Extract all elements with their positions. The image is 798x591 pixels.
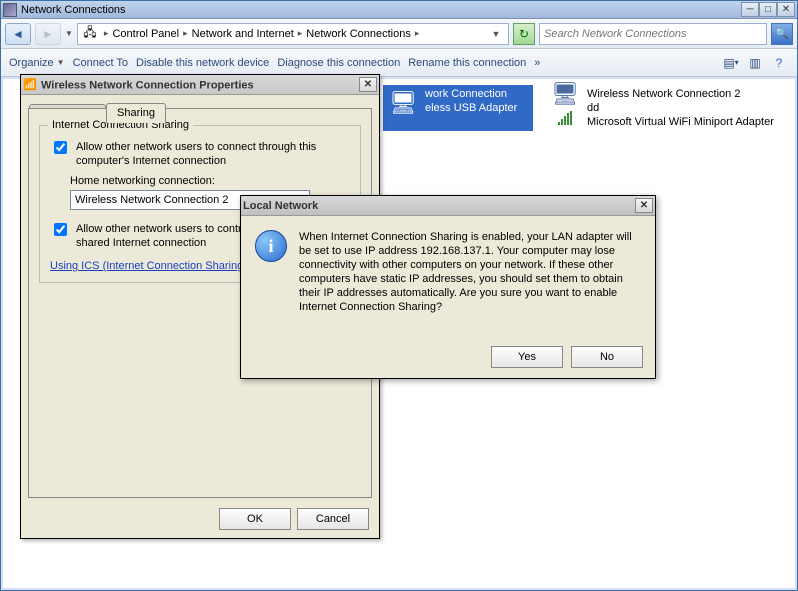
breadcrumb-root[interactable]: Control Panel bbox=[110, 28, 181, 40]
navigation-bar: ◄ ► ▼ 🖧 ▸ Control Panel ▸ Network and In… bbox=[1, 19, 797, 49]
connection-detail: eless USB Adapter bbox=[425, 101, 517, 115]
msgbox-close-button[interactable]: ✕ bbox=[635, 198, 653, 213]
connection-item[interactable]: 🖥 Wireless Network Connection 2 dd Micro… bbox=[545, 85, 778, 131]
msgbox-text: When Internet Connection Sharing is enab… bbox=[299, 230, 641, 314]
titlebar: Network Connections ─ □ ✕ bbox=[1, 1, 797, 19]
signal-icon bbox=[558, 111, 572, 125]
msgbox-title: Local Network bbox=[243, 200, 318, 212]
window-title: Network Connections bbox=[21, 4, 126, 16]
connection-name: work Connection bbox=[425, 87, 517, 101]
tab-sharing[interactable]: Sharing bbox=[106, 103, 166, 123]
refresh-button[interactable]: ↻ bbox=[513, 23, 535, 45]
connection-item-selected[interactable]: 🖥 work Connection eless USB Adapter bbox=[383, 85, 533, 131]
address-dropdown-icon[interactable]: ▼ bbox=[488, 29, 504, 39]
preview-pane-icon[interactable]: ▥ bbox=[745, 53, 765, 73]
dialog-icon: 📶 bbox=[23, 78, 37, 92]
address-bar[interactable]: 🖧 ▸ Control Panel ▸ Network and Internet… bbox=[77, 23, 509, 45]
connect-to-button[interactable]: Connect To bbox=[73, 57, 128, 69]
no-button[interactable]: No bbox=[571, 346, 643, 368]
command-bar: Organize▼ Connect To Disable this networ… bbox=[1, 49, 797, 77]
search-input[interactable] bbox=[540, 28, 766, 40]
local-network-messagebox: Local Network ✕ i When Internet Connecti… bbox=[240, 195, 656, 379]
allow-connect-checkbox[interactable] bbox=[54, 141, 67, 154]
yes-button[interactable]: Yes bbox=[491, 346, 563, 368]
disable-device-button[interactable]: Disable this network device bbox=[136, 57, 269, 69]
allow-connect-label: Allow other network users to connect thr… bbox=[76, 140, 350, 168]
msgbox-titlebar: Local Network ✕ bbox=[241, 196, 655, 216]
breadcrumb-leaf[interactable]: Network Connections bbox=[304, 28, 413, 40]
search-button[interactable]: 🔍 bbox=[771, 23, 793, 45]
back-button[interactable]: ◄ bbox=[5, 23, 31, 45]
ok-button[interactable]: OK bbox=[219, 508, 291, 530]
window-icon bbox=[3, 3, 17, 17]
help-icon[interactable]: ? bbox=[769, 53, 789, 73]
home-connection-label: Home networking connection: bbox=[70, 174, 350, 188]
dialog-titlebar: 📶Wireless Network Connection Properties … bbox=[21, 75, 379, 95]
combo-value: Wireless Network Connection 2 bbox=[75, 194, 228, 206]
ics-help-link[interactable]: Using ICS (Internet Connection Sharing) bbox=[50, 260, 247, 272]
more-commands-button[interactable]: » bbox=[534, 57, 540, 69]
breadcrumb-mid[interactable]: Network and Internet bbox=[190, 28, 296, 40]
forward-button[interactable]: ► bbox=[35, 23, 61, 45]
diagnose-connection-button[interactable]: Diagnose this connection bbox=[277, 57, 400, 69]
connection-adapter: Microsoft Virtual WiFi Miniport Adapter bbox=[587, 115, 774, 129]
close-button[interactable]: ✕ bbox=[777, 2, 795, 17]
maximize-button[interactable]: □ bbox=[759, 2, 777, 17]
minimize-button[interactable]: ─ bbox=[741, 2, 759, 17]
network-adapter-icon: 🖥 bbox=[387, 87, 419, 119]
rename-connection-button[interactable]: Rename this connection bbox=[408, 57, 526, 69]
organize-menu[interactable]: Organize▼ bbox=[9, 57, 65, 69]
connection-name: Wireless Network Connection 2 bbox=[587, 87, 774, 101]
search-box[interactable] bbox=[539, 23, 767, 45]
view-options-icon[interactable]: ▤▾ bbox=[721, 53, 741, 73]
history-dropdown-icon[interactable]: ▼ bbox=[65, 29, 73, 38]
cancel-button[interactable]: Cancel bbox=[297, 508, 369, 530]
wireless-adapter-icon: 🖥 bbox=[549, 87, 581, 119]
dialog-close-button[interactable]: ✕ bbox=[359, 77, 377, 92]
connection-status: dd bbox=[587, 101, 774, 115]
network-location-icon: 🖧 bbox=[82, 26, 98, 42]
information-icon: i bbox=[255, 230, 287, 262]
allow-control-checkbox[interactable] bbox=[54, 223, 67, 236]
dialog-title: Wireless Network Connection Properties bbox=[41, 79, 254, 91]
